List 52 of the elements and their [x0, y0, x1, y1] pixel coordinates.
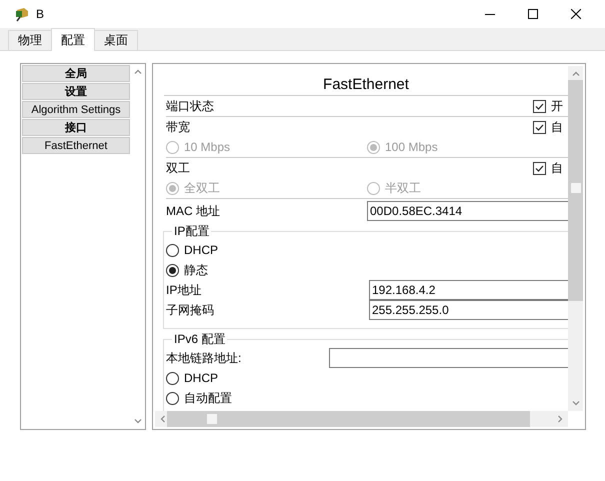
scroll-thumb-grip[interactable] — [207, 414, 217, 424]
checkbox-label: 自 — [551, 118, 563, 136]
field-label: MAC 地址 — [166, 202, 220, 220]
tab[interactable]: 配置 — [51, 28, 95, 51]
text-field[interactable]: 192.168.4.2 — [369, 280, 568, 300]
checkbox-label: 自 — [551, 160, 563, 176]
radio-label: 自动配置 — [184, 390, 232, 406]
window-title: B — [36, 7, 44, 21]
field-label: 本地链路地址: — [166, 350, 242, 366]
tab[interactable]: 桌面 — [94, 30, 138, 50]
scroll-right-icon[interactable] — [556, 415, 564, 423]
checkbox[interactable] — [533, 100, 546, 112]
group-legend: IP配置 — [172, 223, 212, 240]
radio-label: 10 Mbps — [184, 140, 230, 154]
radio-label: DHCP — [184, 243, 218, 257]
field-label: IP地址 — [166, 282, 202, 298]
radio-button[interactable] — [166, 372, 179, 384]
field-label: 双工 — [166, 160, 190, 176]
text-field[interactable] — [329, 348, 568, 368]
maximize-icon — [528, 9, 538, 19]
text-field[interactable]: 255.255.255.0 — [369, 300, 568, 320]
horizontal-scrollbar[interactable] — [155, 411, 568, 427]
text-field[interactable]: 00D0.58EC.3414 — [367, 201, 568, 221]
scroll-down-icon[interactable] — [572, 399, 580, 407]
tab[interactable]: 物理 — [8, 30, 52, 50]
radio-button[interactable] — [166, 264, 179, 276]
radio-button[interactable] — [166, 244, 179, 256]
scroll-up-icon[interactable] — [134, 68, 142, 76]
sidebar-item[interactable]: Algorithm Settings — [22, 101, 130, 118]
radio-label: 半双工 — [385, 180, 421, 196]
radio-label: 100 Mbps — [385, 140, 438, 154]
field-label: 子网掩码 — [166, 302, 214, 318]
radio-button[interactable] — [166, 392, 179, 404]
app-icon — [14, 6, 30, 22]
field-label: 端口状态 — [166, 98, 214, 114]
sidebar-item[interactable]: 全局 — [22, 65, 130, 82]
group-legend: IPv6 配置 — [172, 331, 228, 348]
scroll-up-icon[interactable] — [572, 70, 580, 78]
scroll-left-icon[interactable] — [159, 415, 167, 423]
sidebar-item[interactable]: FastEthernet — [22, 137, 130, 154]
scroll-thumb-grip[interactable] — [570, 183, 580, 193]
vertical-scrollbar[interactable] — [568, 66, 583, 411]
field-label: 带宽 — [166, 118, 190, 136]
radio-label: DHCP — [184, 371, 218, 385]
panel-title: FastEthernet — [164, 75, 568, 96]
close-icon — [570, 9, 580, 19]
radio-label: 全双工 — [184, 180, 220, 196]
checkbox-label: 开 — [551, 98, 563, 114]
radio-label: 静态 — [184, 262, 208, 278]
sidebar-item[interactable]: 设置 — [22, 83, 130, 100]
scroll-down-icon[interactable] — [134, 417, 142, 425]
sidebar-item[interactable]: 接口 — [22, 119, 130, 136]
